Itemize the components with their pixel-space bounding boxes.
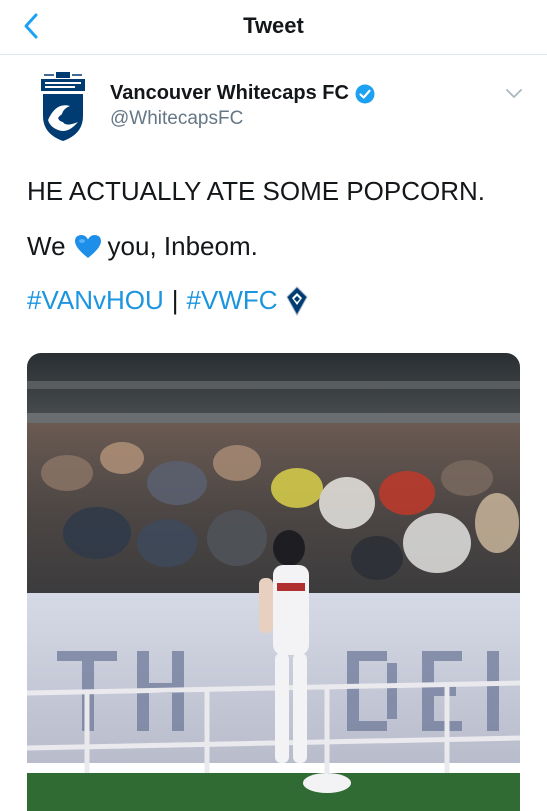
hashtag-vanvhou-link[interactable]: #VANvHOU (27, 285, 164, 316)
tweet-text-we: We (27, 231, 66, 261)
account-name[interactable]: Vancouver Whitecaps FC (110, 82, 349, 105)
tweet-text-line-2: We you, Inbeom. (27, 231, 258, 262)
page-title: Tweet (243, 13, 304, 38)
tweet-video-media[interactable] (27, 353, 520, 811)
top-navigation-bar: Tweet (0, 0, 547, 55)
tweet-text-you-inbeom: you, Inbeom. (107, 231, 258, 261)
hashtag-vwfc-link[interactable]: #VWFC (187, 285, 278, 316)
tweet-text-line-1: HE ACTUALLY ATE SOME POPCORN. (27, 176, 486, 206)
verified-badge-icon (355, 84, 375, 103)
blue-heart-emoji-icon (74, 234, 101, 258)
account-name-row: Vancouver Whitecaps FC (110, 82, 375, 105)
chevron-down-icon[interactable] (505, 88, 523, 100)
account-handle[interactable]: @WhitecapsFC (110, 108, 243, 130)
village-crest-avatar-icon[interactable] (38, 72, 88, 142)
whitecaps-crest-emoji-icon (285, 285, 308, 316)
hashtag-row: #VANvHOU | #VWFC (27, 285, 308, 316)
hashtag-separator: | (171, 285, 179, 315)
